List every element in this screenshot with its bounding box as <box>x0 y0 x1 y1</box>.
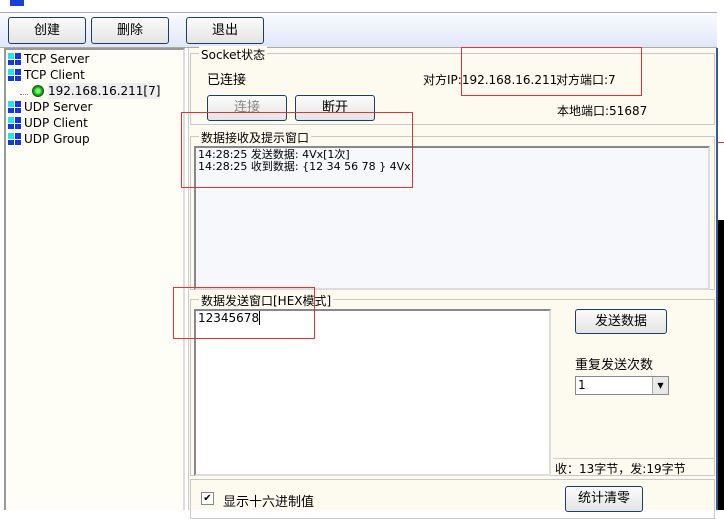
node-icon <box>8 53 21 65</box>
tree-item-tcp-client[interactable]: TCP Client <box>8 67 85 83</box>
repeat-label: 重复发送次数 <box>575 358 654 373</box>
tree-item-udp-group[interactable]: UDP Group <box>8 131 90 147</box>
chevron-down-icon[interactable]: ▼ <box>652 377 668 394</box>
app-icon <box>10 0 24 6</box>
title-bar <box>0 0 717 12</box>
tree-label: UDP Group <box>24 132 90 146</box>
repeat-count-select[interactable]: 1 ▼ <box>575 376 669 395</box>
tree-label: UDP Server <box>24 100 93 114</box>
exit-button[interactable]: 退出 <box>186 17 264 44</box>
annotation-box <box>181 112 413 188</box>
repeat-value: 1 <box>578 378 586 392</box>
tree-line <box>20 87 28 95</box>
send-data-button[interactable]: 发送数据 <box>575 309 667 334</box>
options-group: ✔ 显示十六进制值 统计清零 <box>190 479 715 519</box>
tree-label: 192.168.16.211[7] <box>48 83 161 99</box>
tree-item-udp-server[interactable]: UDP Server <box>8 99 92 115</box>
byte-stats: 收：13字节，发:19字节 <box>553 458 715 476</box>
delete-button[interactable]: 删除 <box>91 17 169 44</box>
toolbar: 创建 删除 退出 <box>0 12 717 48</box>
connected-icon <box>32 85 44 97</box>
annotation-box <box>173 287 315 339</box>
clear-stats-button[interactable]: 统计清零 <box>565 486 643 512</box>
show-hex-label: 显示十六进制值 <box>223 495 315 510</box>
tree-item-udp-client[interactable]: UDP Client <box>8 115 88 131</box>
node-icon <box>8 117 21 129</box>
connection-tree: TCP Server TCP Client 192.168.16.211[7] … <box>4 48 185 510</box>
local-port: 本地端口:51687 <box>557 104 648 118</box>
node-icon <box>8 69 21 81</box>
tree-label: TCP Server <box>24 52 90 66</box>
annotation-line <box>718 142 724 143</box>
tree-item-tcp-server[interactable]: TCP Server <box>8 51 89 67</box>
node-icon <box>8 101 21 113</box>
connection-status: 已连接 <box>207 73 247 88</box>
show-hex-checkbox[interactable]: ✔ <box>201 492 214 505</box>
node-icon <box>8 133 21 145</box>
create-button[interactable]: 创建 <box>8 17 86 44</box>
annotation-box <box>461 47 642 96</box>
tree-item-connection[interactable]: 192.168.16.211[7] <box>20 83 161 99</box>
group-label: Socket状态 <box>199 46 268 63</box>
tree-label: UDP Client <box>24 116 88 130</box>
tree-label: TCP Client <box>24 68 85 82</box>
background-window <box>718 220 724 510</box>
